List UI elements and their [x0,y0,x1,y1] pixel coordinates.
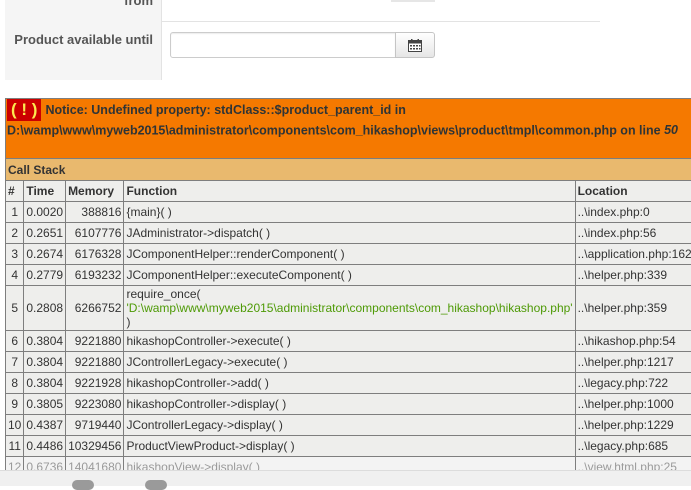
cell-function: hikashopController->execute( ) [124,331,575,352]
available-until-input[interactable] [170,32,396,58]
col-header-function: Function [124,181,575,202]
calendar-button[interactable] [395,32,435,58]
cell-function: JAdministrator->dispatch( ) [124,223,575,244]
cell-number: 8 [6,373,24,394]
table-row: 9 0.3805 9223080 hikashopController->dis… [6,394,691,415]
table-row: 8 0.3804 9221928 hikashopController->add… [6,373,691,394]
table-row: 6 0.3804 9221880 hikashopController->exe… [6,331,691,352]
cell-number: 2 [6,223,24,244]
cell-function: JControllerLegacy->display( ) [124,415,575,436]
cell-location: ..\legacy.php:685 [575,436,691,457]
cell-time: 0.3804 [24,373,66,394]
call-stack-title: Call Stack [6,159,691,181]
cell-number: 5 [6,286,24,331]
cell-location: ..\index.php:0 [575,202,691,223]
cell-location: ..\application.php:162 [575,244,691,265]
cell-time: 0.4387 [24,415,66,436]
cell-function: JComponentHelper::executeComponent( ) [124,265,575,286]
cell-memory: 6266752 [66,286,124,331]
form-label-cell: from [5,0,162,22]
table-row: 11 0.4486 10329456 ProductViewProduct->d… [6,436,691,457]
cell-number: 6 [6,331,24,352]
table-row: 4 0.2779 6193232 JComponentHelper::execu… [6,265,691,286]
cell-function: {main}( ) [124,202,575,223]
status-count-badge [72,480,94,490]
table-row: 10 0.4387 9719440 JControllerLegacy->dis… [6,415,691,436]
error-message: ( ! )Notice: Undefined property: stdClas… [6,99,691,159]
cell-time: 0.3804 [24,331,66,352]
table-row: 2 0.2651 6107776 JAdministrator->dispatc… [6,223,691,244]
error-line-number: 50 [664,123,678,137]
cell-function: hikashopController->display( ) [124,394,575,415]
cell-function: JComponentHelper::renderComponent( ) [124,244,575,265]
cell-memory: 6107776 [66,223,124,244]
form-label-cell: Product available until [5,22,162,80]
cell-time: 0.2674 [24,244,66,265]
cell-memory: 6176328 [66,244,124,265]
cell-number: 1 [6,202,24,223]
cell-time: 0.2779 [24,265,66,286]
form-row-available-until: Product available until [5,22,600,80]
call-stack-header: # Time Memory Function Location [6,181,691,202]
cell-memory: 6193232 [66,265,124,286]
status-count-badge [145,480,167,490]
cell-time: 0.3804 [24,352,66,373]
cell-location: ..\helper.php:1217 [575,352,691,373]
table-row: 3 0.2674 6176328 JComponentHelper::rende… [6,244,691,265]
error-text: Notice: Undefined property: stdClass::$p… [7,103,661,138]
cell-memory: 388816 [66,202,124,223]
function-close: ) [126,315,130,329]
col-header-location: Location [575,181,691,202]
function-name: require_once( [126,287,200,301]
cell-memory: 9223080 [66,394,124,415]
table-row: 1 0.0020 388816 {main}( ) ..\index.php:0 [6,202,691,223]
cell-location: ..\legacy.php:722 [575,373,691,394]
cell-number: 11 [6,436,24,457]
calendar-icon [408,39,422,52]
available-until-label: Product available until [13,31,153,49]
cell-memory: 9719440 [66,415,124,436]
error-icon: ( ! ) [7,99,41,121]
cell-location: ..\helper.php:1229 [575,415,691,436]
cell-location: ..\helper.php:339 [575,265,691,286]
cell-location: ..\helper.php:1000 [575,394,691,415]
cell-time: 0.2808 [24,286,66,331]
col-header-time: Time [24,181,66,202]
table-row: 7 0.3804 9221880 JControllerLegacy->exec… [6,352,691,373]
cell-memory: 9221880 [66,352,124,373]
cell-time: 0.2651 [24,223,66,244]
col-header-memory: Memory [66,181,124,202]
cell-memory: 10329456 [66,436,124,457]
cell-number: 3 [6,244,24,265]
cell-number: 9 [6,394,24,415]
cell-function: ProductViewProduct->display( ) [124,436,575,457]
cell-number: 7 [6,352,24,373]
cell-function: require_once( 'D:\wamp\www\myweb2015\adm… [124,286,575,331]
cell-memory: 9221880 [66,331,124,352]
cell-memory: 9221928 [66,373,124,394]
cell-time: 0.3805 [24,394,66,415]
cell-location: ..\helper.php:359 [575,286,691,331]
cell-time: 0.4486 [24,436,66,457]
cell-function: JControllerLegacy->execute( ) [124,352,575,373]
calendar-button-partial[interactable] [391,0,435,2]
bottom-status-bar [0,470,691,486]
cell-location: ..\index.php:56 [575,223,691,244]
xdebug-notice-table: ( ! )Notice: Undefined property: stdClas… [5,98,691,478]
table-row: 5 0.2808 6266752 require_once( 'D:\wamp\… [6,286,691,331]
cell-location: ..\hikashop.php:54 [575,331,691,352]
cell-number: 4 [6,265,24,286]
from-label: from [124,0,153,8]
cell-time: 0.0020 [24,202,66,223]
form-row-from: from [5,0,600,22]
cell-number: 10 [6,415,24,436]
col-header-number: # [6,181,24,202]
cell-function: hikashopController->add( ) [124,373,575,394]
function-argument-path: 'D:\wamp\www\myweb2015\administrator\com… [126,301,572,315]
